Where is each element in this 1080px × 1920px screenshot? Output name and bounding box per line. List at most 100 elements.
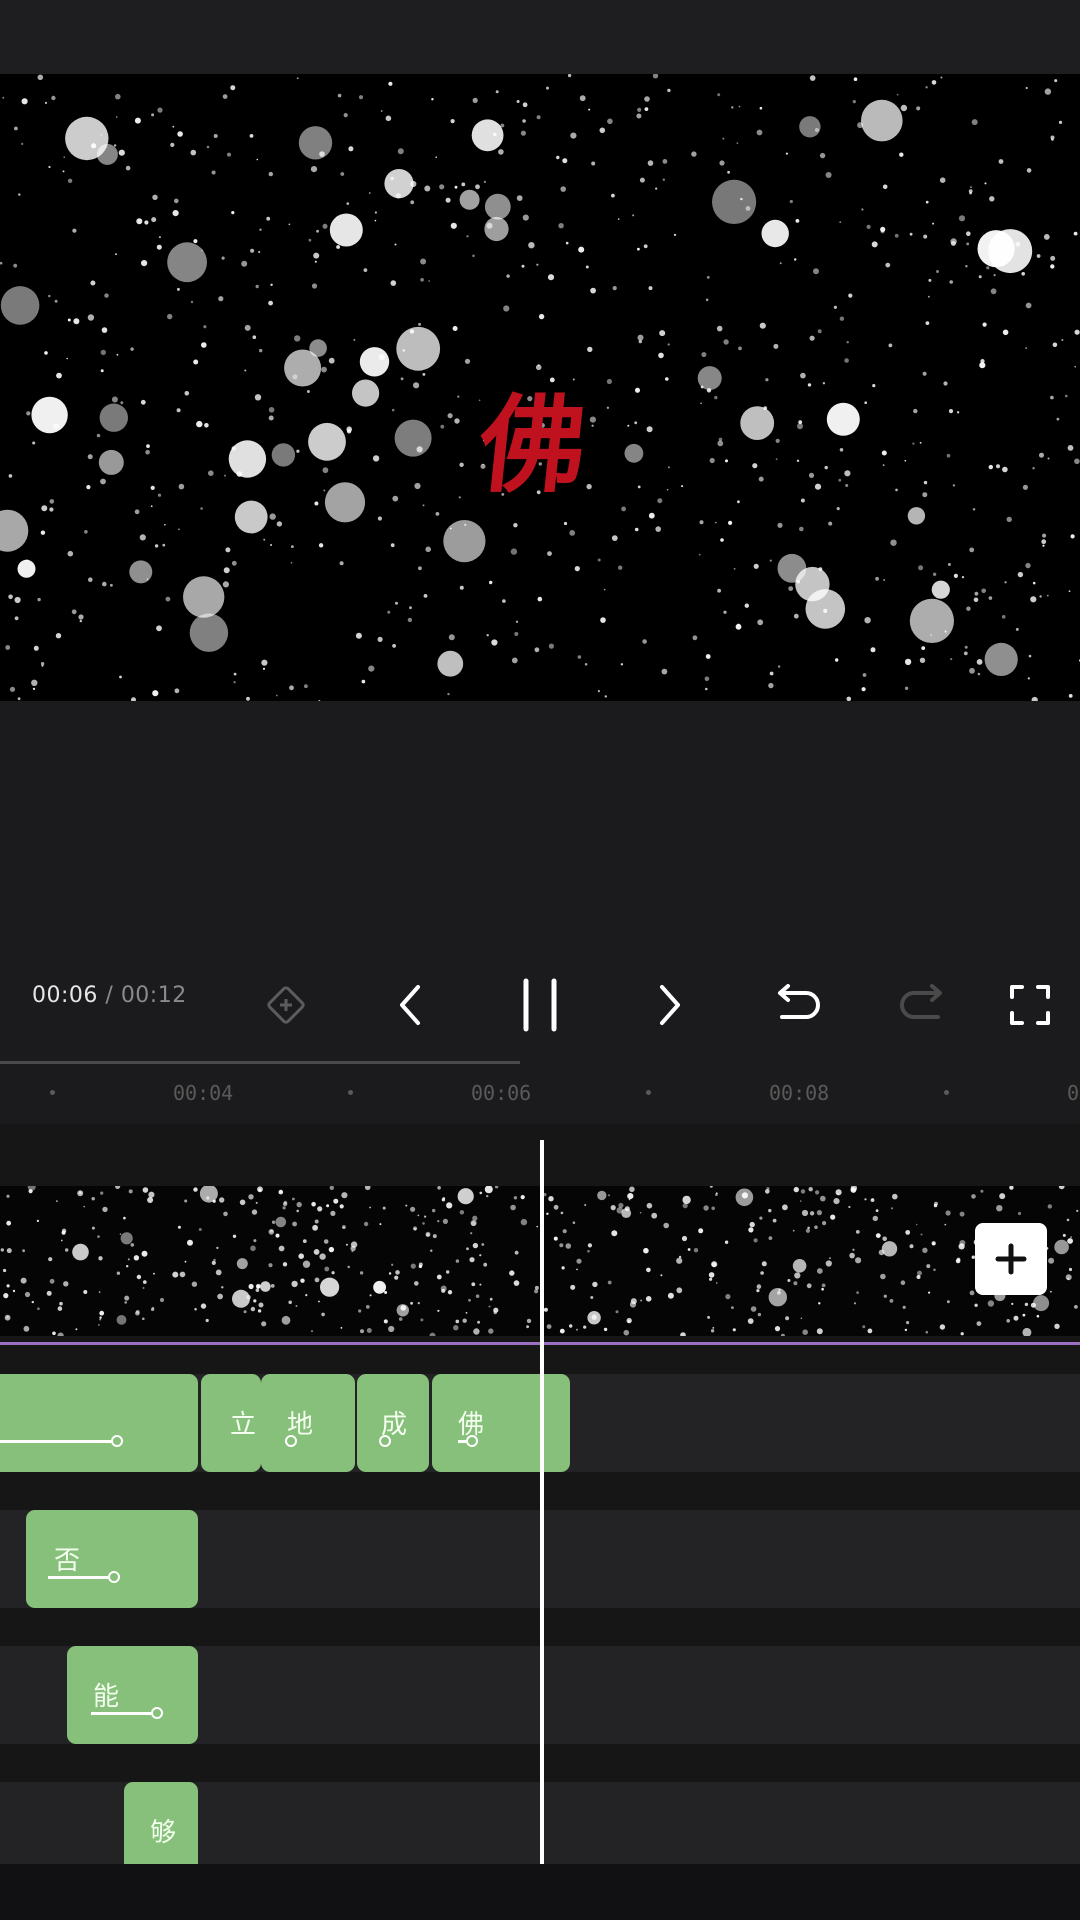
snow-particle: [178, 483, 185, 490]
snow-particle: [971, 1194, 976, 1199]
text-clip[interactable]: 能: [67, 1646, 198, 1744]
snow-particle: [296, 77, 299, 80]
snow-particle: [510, 548, 518, 555]
snow-particle: [682, 1195, 691, 1205]
snow-particle: [830, 1214, 836, 1220]
snow-particle: [483, 180, 486, 183]
snow-particle: [119, 1233, 122, 1235]
text-clip[interactable]: 立: [201, 1374, 261, 1472]
fullscreen-button[interactable]: [1002, 977, 1058, 1033]
redo-button[interactable]: [896, 977, 952, 1033]
animation-handle[interactable]: [111, 1435, 123, 1447]
snow-particle: [55, 633, 62, 639]
snow-particle: [963, 651, 968, 656]
snow-particle: [773, 343, 779, 349]
snow-particle: [1068, 1267, 1073, 1272]
snow-particle: [522, 119, 526, 123]
snow-particle: [798, 420, 803, 425]
snow-particle: [413, 1226, 418, 1231]
snow-particle: [920, 1233, 923, 1236]
snow-particle: [788, 586, 794, 591]
pause-button[interactable]: [512, 977, 568, 1033]
animation-handle[interactable]: [285, 1435, 297, 1447]
snow-particle: [809, 335, 815, 341]
snow-particle: [176, 287, 180, 291]
snow-particle: [1017, 1211, 1022, 1216]
snow-particle: [777, 665, 781, 668]
undo-button[interactable]: [768, 977, 824, 1033]
snow-particle: [821, 1287, 824, 1291]
prev-frame-icon: [400, 985, 420, 1025]
add-clip-button[interactable]: [975, 1223, 1047, 1295]
snow-particle: [662, 159, 668, 164]
snow-particle: [923, 234, 928, 239]
snow-particle: [83, 1290, 88, 1294]
snow-particle: [1006, 516, 1012, 523]
snow-particle: [597, 1190, 607, 1201]
snow-particle: [459, 462, 464, 467]
snow-particle: [216, 1246, 219, 1250]
animation-handle[interactable]: [151, 1707, 163, 1719]
snow-particle: [44, 101, 48, 104]
snow-particle: [947, 1300, 950, 1304]
snow-particle: [441, 1198, 446, 1202]
snow-particle: [90, 280, 96, 286]
snow-particle: [259, 348, 263, 353]
snow-particle: [1036, 1314, 1040, 1318]
prev-frame-button[interactable]: [382, 977, 438, 1033]
snow-particle: [5, 645, 11, 650]
snow-particle: [308, 238, 312, 242]
snow-particle: [67, 178, 73, 183]
playhead[interactable]: [540, 1140, 544, 1864]
snow-particle: [125, 165, 131, 171]
text-clip[interactable]: [0, 1374, 198, 1472]
snow-particle: [271, 1220, 276, 1224]
snow-particle: [323, 1239, 329, 1244]
animation-handle[interactable]: [108, 1571, 120, 1583]
snow-particle: [1054, 1239, 1069, 1255]
snow-particle: [250, 248, 255, 253]
snow-particle: [637, 107, 642, 112]
snow-particle: [657, 498, 663, 504]
text-clip[interactable]: 成: [357, 1374, 429, 1472]
snow-particle: [785, 152, 789, 155]
snow-particle: [302, 1260, 311, 1268]
snow-particle: [926, 1264, 931, 1269]
snow-particle: [21, 98, 28, 105]
snow-particle: [706, 388, 712, 393]
snow-particle: [21, 142, 24, 145]
snow-particle: [193, 239, 198, 244]
snow-particle: [231, 446, 236, 451]
animation-handle[interactable]: [466, 1435, 478, 1447]
next-frame-button[interactable]: [642, 977, 698, 1033]
snow-particle: [49, 507, 54, 512]
text-clip[interactable]: 否: [26, 1510, 198, 1608]
snow-particle: [736, 142, 739, 144]
snow-particle: [704, 676, 710, 682]
snow-particle: [200, 507, 203, 510]
snow-particle: [33, 645, 39, 651]
text-clip[interactable]: 佛: [432, 1374, 570, 1472]
snow-particle: [956, 1257, 961, 1262]
animation-line: [91, 1712, 153, 1715]
snow-particle: [867, 1328, 873, 1334]
video-preview[interactable]: 佛: [0, 74, 1080, 701]
snow-particle: [948, 409, 954, 414]
animation-handle[interactable]: [379, 1435, 391, 1447]
text-clip[interactable]: 地: [261, 1374, 355, 1472]
snow-particle: [437, 1186, 441, 1190]
snow-particle: [932, 1242, 936, 1246]
snow-particle: [270, 283, 273, 286]
snow-particle: [1050, 255, 1056, 261]
snow-particle: [591, 424, 594, 427]
snow-particle: [205, 1318, 209, 1323]
snow-particle: [621, 1208, 632, 1218]
snow-particle: [1039, 452, 1044, 458]
timeline-ruler[interactable]: 00:04 00:06 00:08 0: [0, 1064, 1080, 1124]
snow-particle: [978, 275, 982, 279]
snow-particle: [1028, 654, 1032, 658]
snow-particle: [311, 1201, 316, 1207]
keyframe-button[interactable]: [258, 977, 314, 1033]
snow-particle: [437, 1309, 440, 1312]
snow-particle: [968, 189, 973, 193]
